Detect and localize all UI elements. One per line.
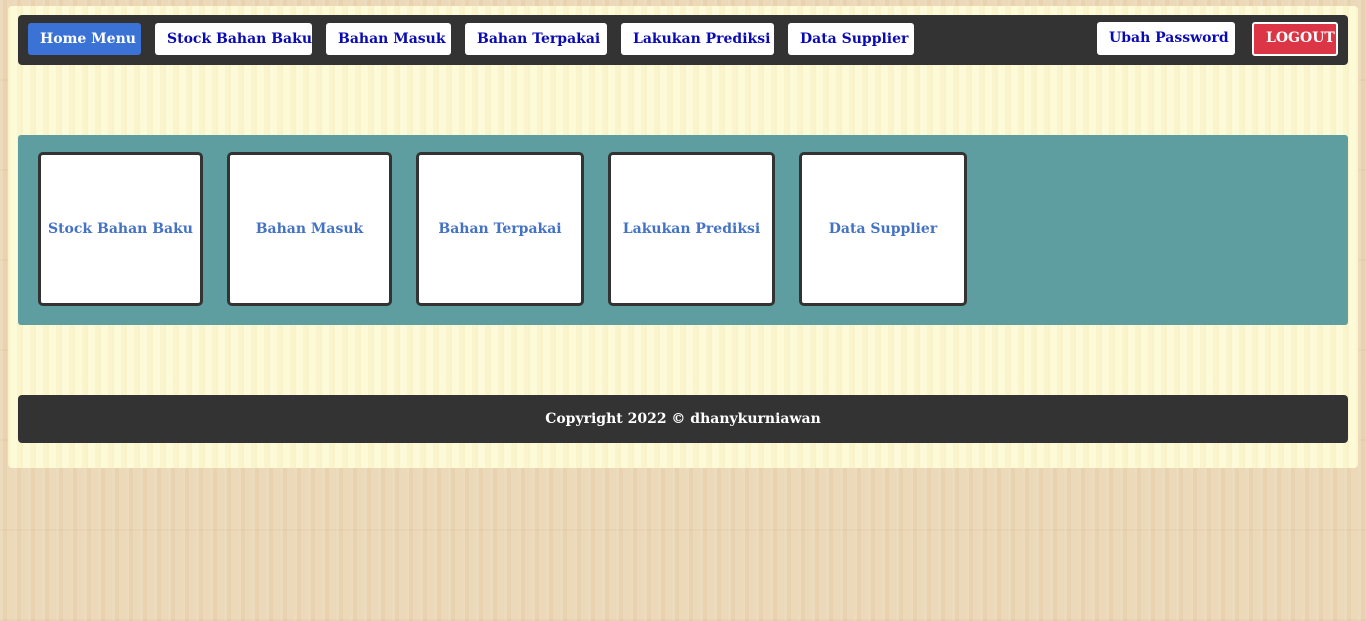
logout-button[interactable]: LOGOUT — [1252, 22, 1338, 56]
menu-card-label: Data Supplier — [828, 221, 938, 237]
menu-card-bahan-terpakai[interactable]: Bahan Terpakai — [416, 152, 584, 306]
top-navbar: Home Menu Stock Bahan Baku Bahan Masuk B… — [18, 15, 1348, 65]
menu-card-label: Stock Bahan Baku — [47, 221, 193, 237]
menu-card-stock-bahan-baku[interactable]: Stock Bahan Baku — [38, 152, 203, 306]
nav-data-supplier-button[interactable]: Data Supplier — [788, 23, 914, 55]
page-footer: Copyright 2022 © dhanykurniawan — [18, 395, 1348, 443]
nav-bahan-masuk-button[interactable]: Bahan Masuk — [326, 23, 451, 55]
nav-home-menu-button[interactable]: Home Menu — [28, 23, 141, 55]
menu-card-bahan-masuk[interactable]: Bahan Masuk — [227, 152, 392, 306]
nav-lakukan-prediksi-button[interactable]: Lakukan Prediksi — [621, 23, 774, 55]
nav-stock-bahan-baku-button[interactable]: Stock Bahan Baku — [155, 23, 312, 55]
menu-panel: Stock Bahan Baku Bahan Masuk Bahan Terpa… — [18, 135, 1348, 325]
nav-bahan-terpakai-button[interactable]: Bahan Terpakai — [465, 23, 607, 55]
menu-card-label: Bahan Terpakai — [438, 221, 562, 237]
menu-card-lakukan-prediksi[interactable]: Lakukan Prediksi — [608, 152, 775, 306]
page-container: Home Menu Stock Bahan Baku Bahan Masuk B… — [8, 6, 1358, 468]
menu-card-data-supplier[interactable]: Data Supplier — [799, 152, 967, 306]
ubah-password-button[interactable]: Ubah Password — [1097, 22, 1235, 55]
menu-card-label: Lakukan Prediksi — [622, 221, 761, 237]
copyright-text: Copyright 2022 © dhanykurniawan — [545, 411, 821, 427]
menu-card-label: Bahan Masuk — [255, 221, 364, 237]
